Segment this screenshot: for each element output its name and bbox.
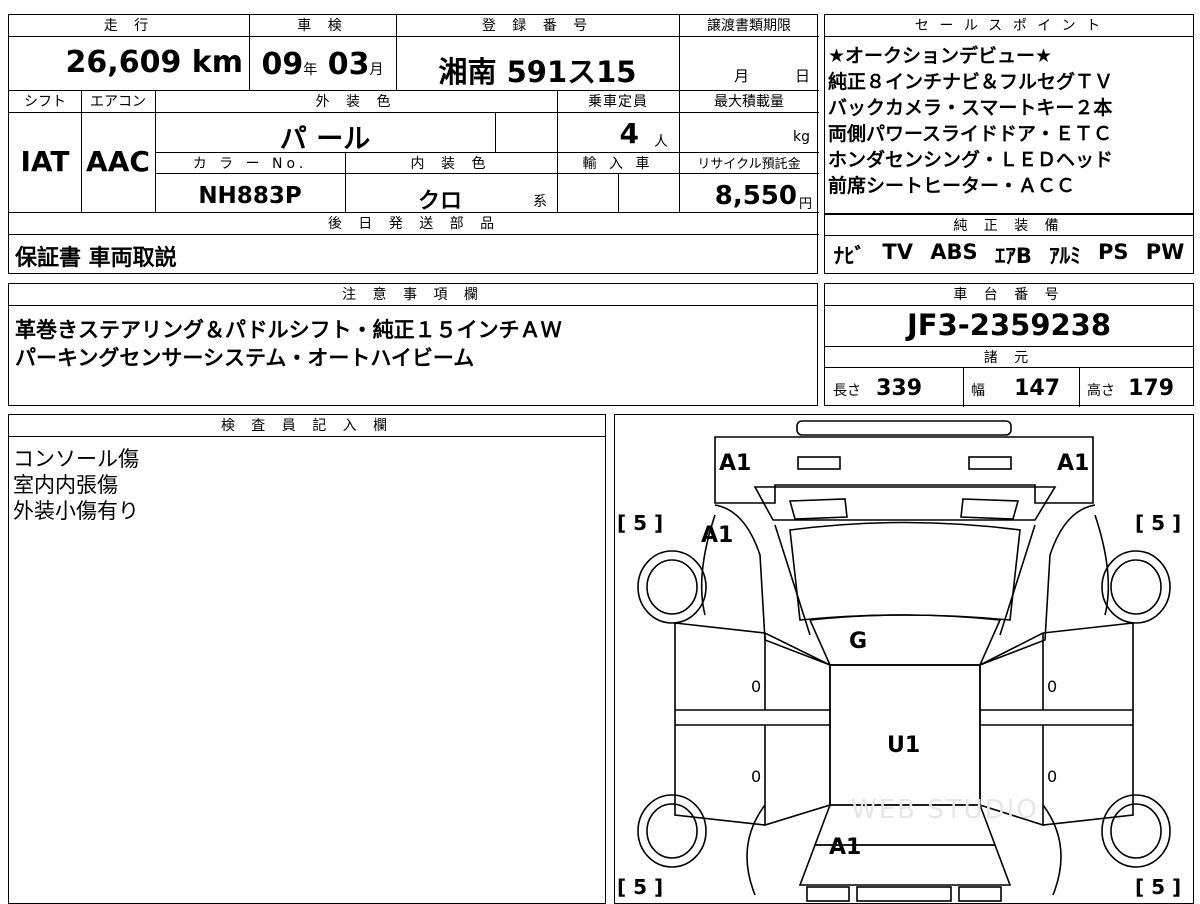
mark-rear-door-right: 0: [1047, 767, 1058, 786]
vehicle-diagram-box: A1 A1 A1 G U1 A1 0 0 0 0 [ 5 ] [ 5 ] [ 5…: [614, 414, 1194, 904]
mark-front-right: A1: [1057, 451, 1090, 476]
chassis-number: JF3-2359238: [906, 308, 1112, 342]
tire-top-left: [ 5 ]: [617, 511, 664, 535]
inspection-year: 09: [261, 47, 304, 82]
mileage-value: 26,609 km: [9, 45, 249, 95]
length-label: 長さ: [833, 383, 861, 399]
mileage-header: 走 行: [9, 15, 249, 37]
equipment-header: 純 正 装 備: [825, 214, 1193, 236]
equip-airbag: ｴｱB: [994, 244, 1032, 268]
height-spec: 高さ 179: [1087, 376, 1197, 401]
mark-roof: U1: [887, 733, 921, 758]
width-value: 147: [1014, 376, 1061, 401]
interior-color-header: 内 装 色: [345, 152, 557, 174]
notes-line-2: パーキングセンサーシステム・オートハイビーム: [15, 346, 475, 370]
capacity-header: 乗車定員: [557, 91, 679, 113]
shift-value: IAT: [20, 145, 70, 178]
equip-pw: PW: [1145, 240, 1185, 264]
later-parts-header: 後 日 発 送 部 品: [9, 213, 819, 235]
inspector-line-3: 外装小傷有り: [13, 499, 139, 523]
mark-left-fender: A1: [701, 523, 734, 548]
inspector-box: 検 査 員 記 入 欄 コンソール傷 室内内張傷 外装小傷有り: [8, 414, 606, 904]
capacity-unit: 人: [654, 134, 668, 150]
equip-alloy: ｱﾙﾐ: [1049, 244, 1081, 268]
inspector-header: 検 査 員 記 入 欄: [9, 415, 605, 437]
tire-bottom-right: [ 5 ]: [1135, 875, 1182, 899]
tire-top-right: [ 5 ]: [1135, 511, 1182, 535]
mileage-unit: km: [191, 45, 243, 80]
mileage-number: 26,609: [65, 45, 182, 80]
max-load-header: 最大積載量: [679, 91, 819, 113]
equipment-list: ﾅﾋﾞ TV ABS ｴｱB ｱﾙﾐ PS PW: [825, 240, 1193, 270]
sales-point-1: ★オークションデビュー★: [828, 45, 1053, 67]
mark-windshield: G: [849, 629, 868, 654]
sales-point-4: 両側パワースライドドア・ＥＴＣ: [828, 123, 1113, 145]
mark-rear-door-left: 0: [751, 767, 762, 786]
recycle-fee-value: 8,550: [714, 181, 797, 211]
deadline-month-unit: 月: [734, 67, 750, 85]
inspection-month: 03: [327, 47, 370, 82]
capacity-value: 4: [619, 117, 639, 150]
equip-navi: ﾅﾋﾞ: [833, 244, 866, 268]
mark-rear: A1: [829, 835, 862, 860]
chassis-header: 車 台 番 号: [825, 284, 1193, 306]
exterior-color-header: 外 装 色: [155, 91, 557, 113]
equip-tv: TV: [882, 240, 913, 264]
recycle-header: リサイクル預託金: [679, 152, 819, 174]
length-value: 339: [876, 376, 923, 401]
year-unit: 年: [303, 62, 318, 78]
watermark: WEB STUDIO: [851, 795, 1039, 825]
sales-point-3: バックカメラ・スマートキー２本: [828, 97, 1113, 119]
notes-header: 注 意 事 項 欄: [9, 284, 817, 306]
equip-ps: PS: [1097, 240, 1129, 264]
recycle-unit: 円: [799, 197, 813, 212]
vehicle-info-table: 走 行 車 検 登 録 番 号 譲渡書類期限 26,609 km 09年 03月…: [8, 14, 819, 274]
mark-door-left: 0: [751, 677, 762, 696]
later-parts-value: 保証書 車両取説: [15, 246, 177, 271]
sales-points-box: セ ー ル ス ポ イ ン ト ★オークションデビュー★ 純正８インチナビ＆フル…: [824, 14, 1194, 214]
aircon-value: AAC: [86, 145, 150, 178]
length-spec: 長さ 339: [833, 376, 963, 401]
mark-front-left: A1: [719, 451, 752, 476]
load-unit: kg: [793, 129, 810, 145]
notes-line-1: 革巻きステアリング＆パドルシフト・純正１５インチＡＷ: [15, 318, 562, 342]
deadline-day-unit: 日: [795, 67, 811, 85]
interior-suffix: 系: [533, 194, 547, 210]
color-no-header: カ ラ ー No.: [155, 152, 345, 174]
specs-header: 諸 元: [825, 346, 1193, 368]
notes-box: 注 意 事 項 欄 革巻きステアリング＆パドルシフト・純正１５インチＡＷ パーキ…: [8, 283, 818, 406]
interior-color-value: クロ: [417, 189, 462, 214]
height-value: 179: [1128, 376, 1175, 401]
tire-bottom-left: [ 5 ]: [617, 875, 664, 899]
vehicle-diagram: [637, 420, 1171, 902]
aircon-header: エアコン: [81, 91, 155, 113]
equip-abs: ABS: [930, 240, 978, 264]
mark-door-right: 0: [1047, 677, 1058, 696]
transfer-deadline-header: 譲渡書類期限: [679, 15, 819, 37]
width-label: 幅: [971, 383, 985, 399]
sales-points-header: セ ー ル ス ポ イ ン ト: [825, 15, 1193, 37]
height-label: 高さ: [1087, 383, 1115, 399]
month-unit: 月: [369, 62, 384, 78]
equipment-box: 純 正 装 備 ﾅﾋﾞ TV ABS ｴｱB ｱﾙﾐ PS PW: [824, 214, 1194, 274]
sales-point-5: ホンダセンシング・ＬＥＤヘッド: [828, 149, 1114, 171]
exterior-color-value: パ ール: [279, 124, 371, 155]
sales-point-6: 前席シートヒーター・ＡＣＣ: [828, 175, 1076, 197]
width-spec: 幅 147: [971, 376, 1081, 401]
sales-point-2: 純正８インチナビ＆フルセグＴＶ: [828, 71, 1114, 93]
import-header: 輸 入 車: [557, 152, 679, 174]
inspection-header: 車 検: [249, 15, 396, 37]
registration-header: 登 録 番 号: [396, 15, 679, 37]
chassis-box: 車 台 番 号 JF3-2359238 諸 元 長さ 339 幅 147 高さ …: [824, 283, 1197, 407]
shift-header: シフト: [9, 91, 81, 113]
color-no-value: NH883P: [198, 183, 302, 209]
